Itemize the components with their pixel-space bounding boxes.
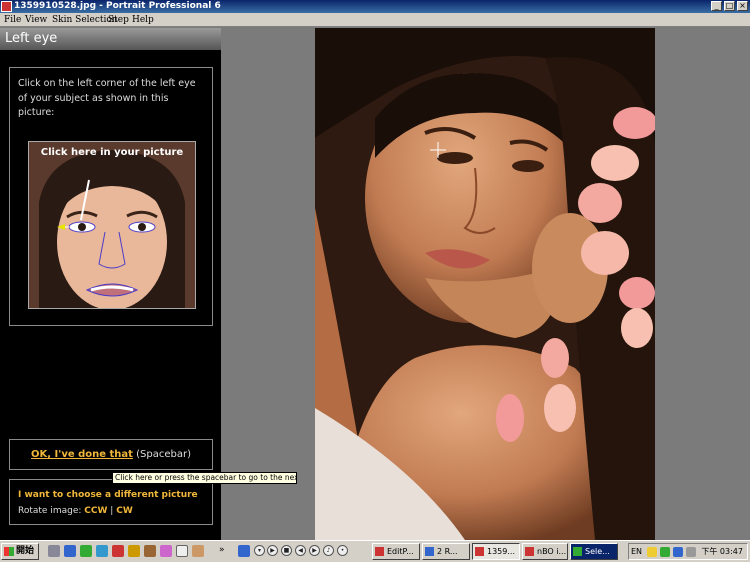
task-label: EditP...: [387, 547, 414, 556]
menu-bar: File View Skin Selection Step Help: [0, 13, 750, 27]
task-label: Sele...: [585, 547, 610, 556]
tray-network-icon[interactable]: [660, 547, 670, 557]
editplus-icon: [375, 547, 384, 556]
task-label: 1359...: [487, 547, 515, 556]
sample-face-image: Click here in your picture: [28, 141, 196, 309]
menu-view[interactable]: View: [25, 13, 47, 27]
portrait-photo: [315, 28, 655, 540]
sample-caption: Click here in your picture: [40, 147, 184, 158]
maximize-button[interactable]: □: [724, 1, 735, 11]
rotate-ccw-link[interactable]: CCW: [84, 506, 107, 516]
choose-different-picture-link[interactable]: I want to choose a different picture: [18, 490, 198, 500]
quicklaunch-icon-10[interactable]: [192, 545, 204, 557]
step-title: Left eye: [0, 28, 221, 50]
rotate-cw-link[interactable]: CW: [116, 506, 133, 516]
task-editplus[interactable]: EditP...: [372, 543, 420, 560]
rotate-separator: |: [110, 506, 114, 516]
tooltip: Click here or press the spacebar to go t…: [112, 472, 297, 484]
quicklaunch-icon-6[interactable]: [128, 545, 140, 557]
quicklaunch-icon-9[interactable]: [176, 545, 188, 557]
media-app-icon[interactable]: [238, 545, 250, 557]
quicklaunch-icon-2[interactable]: [64, 545, 76, 557]
rotate-controls: Rotate image: CCW | CW: [18, 506, 133, 516]
minimize-button[interactable]: _: [711, 1, 722, 11]
clock: 下午 03:47: [701, 547, 743, 556]
tray-shield-icon[interactable]: [647, 547, 657, 557]
tray-app-icon[interactable]: [673, 547, 683, 557]
menu-file[interactable]: File: [4, 13, 21, 27]
tray-volume-icon[interactable]: [686, 547, 696, 557]
step-panel: Left eye Click on the left corner of the…: [0, 28, 221, 540]
taskbar: 開始 » ▾ ▶ ■ ◀ ▶ ♪ • EditP... 2 R... 1359.…: [0, 540, 750, 562]
browser-icon: [525, 547, 534, 556]
done-shortcut-hint: (Spacebar): [136, 449, 191, 460]
quicklaunch-icon-4[interactable]: [96, 545, 108, 557]
selenium-icon: [573, 547, 582, 556]
task-label: nBO i...: [537, 547, 567, 556]
start-label: 開始: [16, 546, 35, 556]
menu-step[interactable]: Step: [108, 13, 129, 27]
menu-help[interactable]: Help: [132, 13, 154, 27]
sample-face-drawing: [29, 142, 195, 308]
instruction-text: Click on the left corner of the left eye…: [18, 78, 196, 118]
window-titlebar[interactable]: 1359910528.jpg - Portrait Professional 6…: [0, 0, 750, 13]
media-menu-icon[interactable]: ▾: [254, 545, 265, 556]
media-stop-icon[interactable]: ■: [281, 545, 292, 556]
task-selenium[interactable]: Sele...: [570, 543, 618, 560]
system-tray: EN 下午 03:47: [628, 543, 748, 560]
quicklaunch-icon-5[interactable]: [112, 545, 124, 557]
app-icon: [1, 1, 12, 12]
quicklaunch-icon-7[interactable]: [144, 545, 156, 557]
media-volume-icon[interactable]: ♪: [323, 545, 334, 556]
picture-options-box: I want to choose a different picture Rot…: [9, 479, 213, 525]
task-portrait-professional[interactable]: 1359...: [472, 543, 520, 560]
quicklaunch-more[interactable]: »: [219, 543, 225, 558]
task-group-2[interactable]: 2 R...: [422, 543, 470, 560]
quicklaunch-icon-3[interactable]: [80, 545, 92, 557]
start-button[interactable]: 開始: [1, 543, 39, 560]
quicklaunch-icon-8[interactable]: [160, 545, 172, 557]
instruction-box: Click on the left corner of the left eye…: [9, 67, 213, 326]
quicklaunch-icon-1[interactable]: [48, 545, 60, 557]
window-title: 1359910528.jpg - Portrait Professional 6: [14, 1, 221, 11]
done-button[interactable]: OK, I've done that: [31, 449, 133, 460]
windows-flag-icon: [4, 547, 14, 556]
photo-canvas[interactable]: [315, 28, 655, 540]
rotate-label: Rotate image:: [18, 506, 82, 516]
folder-icon: [425, 547, 434, 556]
media-next-icon[interactable]: ▶: [309, 545, 320, 556]
task-label: 2 R...: [437, 547, 458, 556]
close-button[interactable]: ×: [737, 1, 748, 11]
language-indicator[interactable]: EN: [631, 544, 642, 559]
done-box: OK, I've done that (Spacebar): [9, 439, 213, 470]
media-prev-icon[interactable]: ◀: [295, 545, 306, 556]
media-extra-icon[interactable]: •: [337, 545, 348, 556]
task-browser[interactable]: nBO i...: [522, 543, 568, 560]
media-play-icon[interactable]: ▶: [267, 545, 278, 556]
portrait-app-icon: [475, 547, 484, 556]
